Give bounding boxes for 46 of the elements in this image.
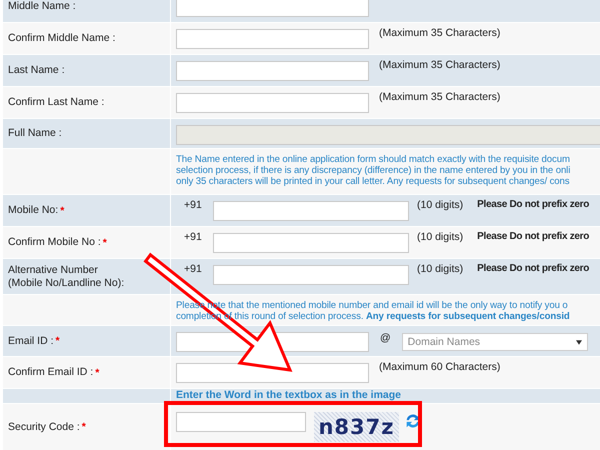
required-mark: * bbox=[95, 366, 100, 378]
captcha-instruction: Enter the Word in the textbox as in the image bbox=[176, 389, 402, 401]
field-label: Confirm Last Name : bbox=[8, 96, 104, 109]
phone-field[interactable] bbox=[213, 201, 409, 221]
character-limit: (Maximum 35 Characters) bbox=[379, 91, 500, 103]
caret-icon bbox=[576, 340, 582, 344]
phone-field[interactable] bbox=[213, 265, 409, 285]
notice-text: selection process, if there is any discrepancy (difference) in the name entered by you in the onli bbox=[176, 165, 570, 176]
field-label: Confirm Email ID : bbox=[8, 366, 94, 379]
required-mark: * bbox=[102, 236, 107, 248]
country-code: +91 bbox=[184, 263, 203, 275]
required-mark: * bbox=[82, 421, 86, 433]
notice-text: The Name entered in the online application form should match exactly with the requisite docum bbox=[176, 154, 570, 165]
text-field[interactable] bbox=[176, 363, 369, 383]
warning-text: Please Do not prefix zero bbox=[477, 231, 590, 242]
security-code-field[interactable] bbox=[176, 412, 306, 432]
digit-hint: (10 digits) bbox=[417, 231, 464, 243]
character-limit: (Maximum 35 Characters) bbox=[379, 27, 500, 39]
field-label: Alternative Number (Mobile No/Landline No): bbox=[8, 264, 124, 290]
field-label: Confirm Middle Name : bbox=[8, 32, 116, 45]
warning-text: Please Do not prefix zero bbox=[477, 263, 590, 274]
notice-text: only 35 characters will be printed in your call letter. Any requests for subsequent changes/ cons bbox=[176, 176, 570, 187]
required-mark: * bbox=[56, 335, 60, 347]
captcha-image: n837z bbox=[314, 412, 399, 442]
digit-hint: (10 digits) bbox=[417, 263, 464, 275]
warning-text: Please Do not prefix zero bbox=[477, 199, 590, 210]
text-field[interactable] bbox=[176, 93, 369, 113]
country-code: +91 bbox=[184, 231, 203, 243]
phone-field[interactable] bbox=[213, 233, 409, 253]
field-label: Confirm Mobile No : bbox=[8, 236, 101, 249]
character-limit: (Maximum 35 Characters) bbox=[379, 59, 500, 71]
domain-dropdown[interactable]: Domain Names bbox=[402, 333, 588, 351]
country-code: +91 bbox=[184, 199, 203, 211]
field-label: Full Name : bbox=[8, 127, 62, 140]
character-limit: (Maximum 60 Characters) bbox=[379, 361, 500, 373]
field-label: Middle Name : bbox=[8, 0, 76, 13]
digit-hint: (10 digits) bbox=[417, 199, 464, 211]
at-sign: @ bbox=[380, 332, 391, 344]
text-field[interactable] bbox=[176, 0, 369, 17]
text-field[interactable] bbox=[176, 29, 369, 49]
required-mark: * bbox=[60, 204, 64, 216]
field-label: Email ID : bbox=[8, 334, 54, 348]
field-label: Security Code : bbox=[8, 420, 80, 434]
field-label: Last Name : bbox=[8, 64, 65, 77]
field-label: Mobile No: bbox=[8, 204, 58, 217]
text-field[interactable] bbox=[176, 61, 369, 81]
